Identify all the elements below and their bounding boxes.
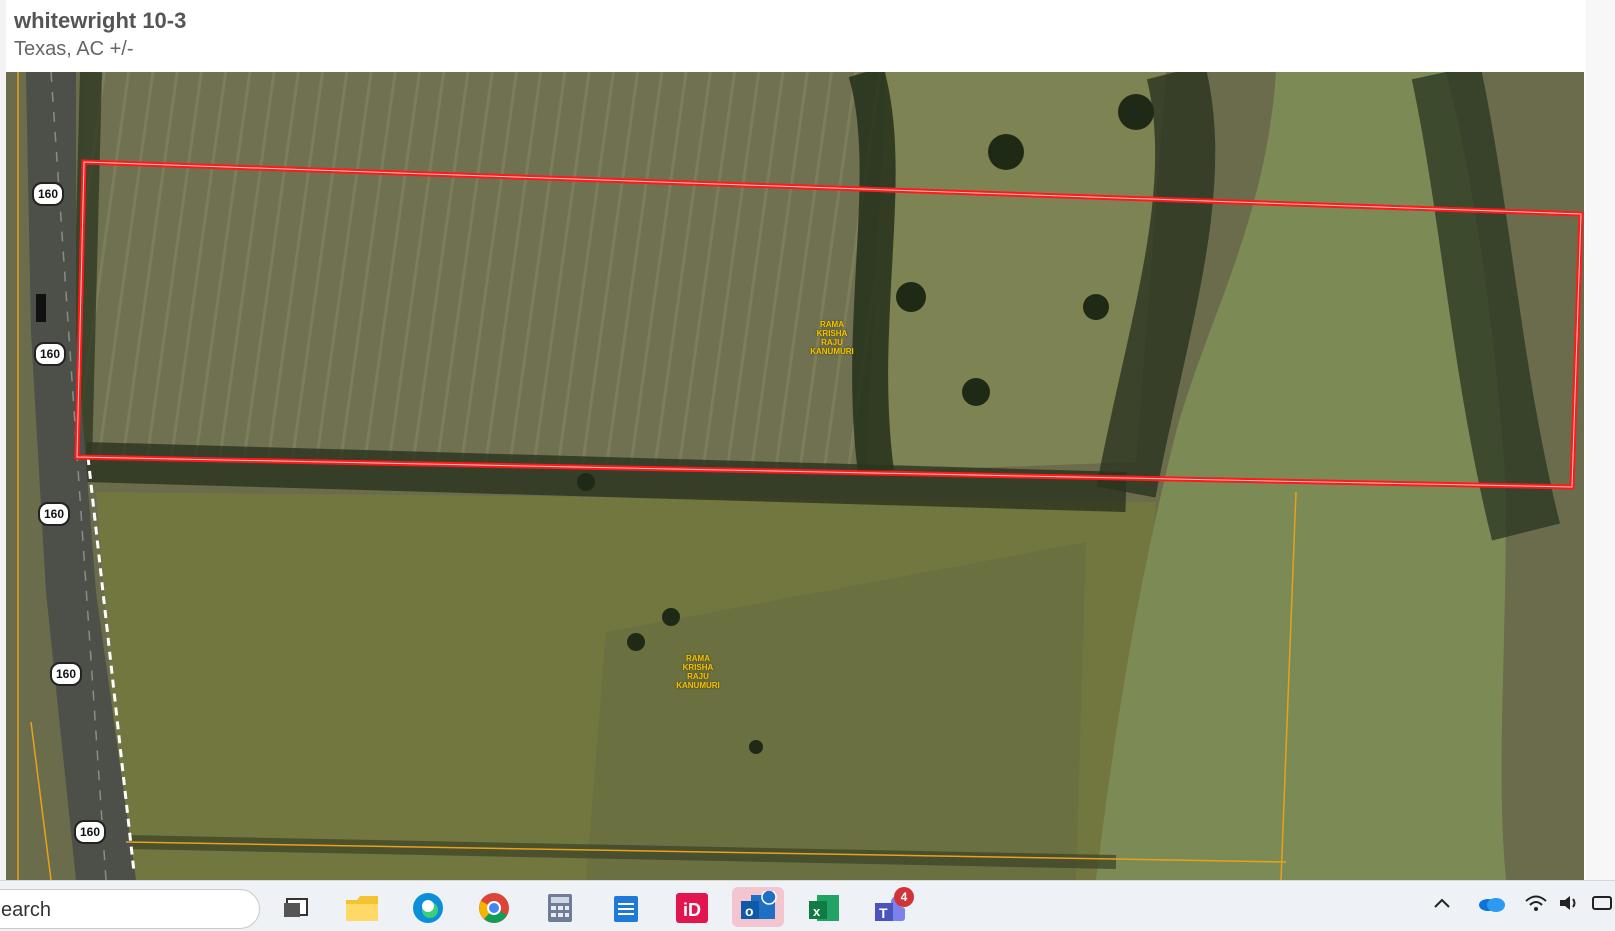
excel-icon[interactable]: x: [806, 891, 842, 925]
upper-field: [76, 72, 886, 472]
route-shield: 160: [50, 662, 82, 686]
owner-label-line: RAJU: [687, 672, 709, 681]
svg-text:iD: iD: [683, 900, 701, 920]
owner-label: RAMA KRISHA RAJU KANUMURI: [668, 654, 728, 690]
page-title: whitewright 10-3: [14, 8, 187, 33]
search-text: earch: [1, 899, 52, 921]
tree: [988, 134, 1024, 170]
owner-label-line: KRISHA: [816, 329, 848, 338]
tree: [627, 633, 645, 651]
map-imagery: [6, 72, 1584, 880]
teams-icon[interactable]: T 4: [872, 887, 914, 925]
svg-text:o: o: [745, 903, 754, 919]
tree: [1118, 94, 1154, 130]
tree: [577, 473, 595, 491]
owner-label-line: KANUMURI: [676, 681, 720, 690]
route-shield: 160: [74, 820, 106, 844]
tree: [749, 740, 763, 754]
battery-icon[interactable]: [1592, 893, 1612, 919]
taskbar-search[interactable]: earch: [0, 889, 260, 929]
file-explorer-icon[interactable]: [344, 891, 380, 925]
owner-label-line: RAMA: [686, 654, 710, 663]
owner-label: RAMA KRISHA RAJU KANUMURI: [802, 320, 862, 356]
tree: [662, 608, 680, 626]
calculator-icon[interactable]: [542, 891, 578, 925]
indesign-icon[interactable]: iD: [674, 891, 710, 925]
task-view-icon[interactable]: [278, 891, 314, 925]
chevron-up-icon[interactable]: [1432, 893, 1452, 919]
tree: [962, 378, 990, 406]
notepad-icon[interactable]: [608, 891, 644, 925]
vehicle: [36, 294, 46, 322]
onedrive-icon[interactable]: [1476, 893, 1506, 919]
tree: [1083, 294, 1109, 320]
svg-text:T: T: [879, 905, 888, 921]
aerial-map[interactable]: RAMA KRISHA RAJU KANUMURI RAMA KRISHA RA…: [6, 72, 1584, 880]
wifi-icon[interactable]: [1524, 893, 1548, 919]
owner-label-line: RAMA: [820, 320, 844, 329]
app-window: whitewright 10-3 Texas, AC +/- RAMA KRIS…: [6, 0, 1587, 880]
tree: [896, 282, 926, 312]
owner-label-line: KRISHA: [682, 663, 714, 672]
owner-label-line: KANUMURI: [810, 347, 854, 356]
outlook-icon[interactable]: o: [732, 887, 784, 927]
owner-label-line: RAJU: [821, 338, 843, 347]
edge-icon[interactable]: [410, 891, 446, 925]
chrome-icon[interactable]: [476, 891, 512, 925]
volume-icon[interactable]: [1558, 893, 1582, 919]
svg-text:x: x: [813, 904, 821, 919]
window-edge: [1586, 0, 1615, 880]
route-shield: 160: [32, 182, 64, 206]
page-subtitle: Texas, AC +/-: [14, 38, 134, 60]
taskbar: earch iD o x T 4: [0, 880, 1615, 931]
route-shield: 160: [38, 502, 70, 526]
teams-notification-badge: 4: [894, 887, 914, 907]
route-shield: 160: [34, 342, 66, 366]
tree-line: [848, 72, 896, 475]
